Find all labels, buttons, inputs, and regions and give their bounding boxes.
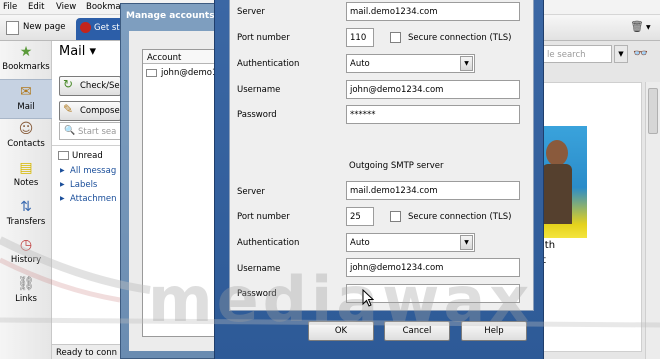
outgoing-server-label: Server <box>237 187 265 197</box>
new-page-icon <box>6 21 19 35</box>
menu-view[interactable]: View <box>56 2 76 12</box>
outgoing-server-input[interactable]: mail.demo1234.com <box>346 181 520 200</box>
photo-body <box>542 164 572 224</box>
sidebar-item-notes[interactable]: ▤ Notes <box>0 160 52 196</box>
menu-file[interactable]: File <box>3 2 17 12</box>
search-icon: 🔍 <box>64 126 76 136</box>
sidebar-label: Transfers <box>6 217 46 227</box>
incoming-server-label: Server <box>237 7 265 17</box>
notes-icon: ▤ <box>19 160 33 176</box>
sidebar-label: Mail <box>17 102 35 112</box>
tree-attachments[interactable]: Attachmen <box>58 194 117 204</box>
sidebar-item-links[interactable]: ⛓ Links <box>0 276 52 312</box>
mouse-cursor-icon <box>362 289 374 307</box>
help-button[interactable]: Help <box>461 321 527 341</box>
account-icon <box>146 69 157 77</box>
compose-label: Compose <box>80 106 120 116</box>
chevron-down-icon: ▼ <box>460 235 473 250</box>
tree-all-messages[interactable]: All messag <box>58 166 116 176</box>
divider <box>52 145 122 146</box>
tree-labels[interactable]: Labels <box>58 180 97 190</box>
outgoing-auth-select[interactable]: Auto ▼ <box>346 233 475 252</box>
photo-head <box>546 140 568 166</box>
transfers-icon: ⇅ <box>20 199 32 215</box>
opera-icon <box>80 22 91 33</box>
incoming-auth-value: Auto <box>350 59 370 69</box>
links-icon: ⛓ <box>17 276 35 292</box>
menu-bookmarks[interactable]: Bookma <box>86 2 121 12</box>
incoming-username-input[interactable]: john@demo1234.com <box>346 80 520 99</box>
outgoing-section-header: Outgoing SMTP server <box>349 161 444 171</box>
sidebar-label: Notes <box>13 178 39 188</box>
sidebar-item-bookmarks[interactable]: ★ Bookmarks <box>0 44 52 80</box>
cancel-button[interactable]: Cancel <box>384 321 450 341</box>
outgoing-port-label: Port number <box>237 212 290 222</box>
outgoing-auth-label: Authentication <box>237 238 300 248</box>
incoming-password-input[interactable]: ****** <box>346 105 520 124</box>
check-mail-icon: ↻ <box>62 77 74 91</box>
sidebar-label: History <box>10 255 42 265</box>
mail-title-label: Mail <box>59 44 86 59</box>
sidebar-label: Links <box>15 294 37 304</box>
incoming-password-label: Password <box>237 110 277 120</box>
search-glasses-icon[interactable]: 👓 <box>633 46 648 60</box>
incoming-server-input[interactable]: mail.demo1234.com <box>346 2 520 21</box>
incoming-tls-label: Secure connection (TLS) <box>408 33 512 43</box>
incoming-port-input[interactable]: 110 <box>346 28 374 47</box>
contacts-icon: ☺ <box>18 121 34 137</box>
sidebar-item-mail[interactable]: ✉ Mail <box>0 79 52 119</box>
incoming-tls-checkbox[interactable] <box>390 32 401 43</box>
mail-search-placeholder: Start sea <box>78 127 117 137</box>
incoming-port-label: Port number <box>237 33 290 43</box>
mail-search-input[interactable]: 🔍 Start sea <box>59 122 122 140</box>
account-column-header[interactable]: Account <box>143 50 217 64</box>
unread-icon <box>58 151 69 160</box>
menu-edit[interactable]: Edit <box>28 2 44 12</box>
outgoing-username-input[interactable]: john@demo1234.com <box>346 258 520 277</box>
incoming-auth-label: Authentication <box>237 59 300 69</box>
account-list[interactable]: Account john@demo1 <box>142 49 218 337</box>
outgoing-tls-checkbox[interactable] <box>390 211 401 222</box>
tab-label: Get st <box>94 23 120 33</box>
tree-unread[interactable]: Unread <box>58 151 103 161</box>
scroll-thumb[interactable] <box>648 88 658 134</box>
new-page-label: New page <box>23 22 66 32</box>
outgoing-password-label: Password <box>237 289 277 299</box>
compose-button[interactable]: ✎ Compose <box>59 101 121 121</box>
trash-icon[interactable]: 🗑 <box>630 20 644 33</box>
incoming-username-label: Username <box>237 85 281 95</box>
sidebar-label: Contacts <box>7 139 45 149</box>
sidebar-item-history[interactable]: ◷ History <box>0 237 52 273</box>
status-bar: Ready to conn <box>52 344 122 359</box>
sidebar-item-contacts[interactable]: ☺ Contacts <box>0 121 52 157</box>
incoming-auth-select[interactable]: Auto ▼ <box>346 54 475 73</box>
page-scrollbar[interactable] <box>645 82 660 359</box>
chevron-down-icon[interactable]: ▼ <box>646 24 651 31</box>
outgoing-username-label: Username <box>237 264 281 274</box>
bookmarks-icon: ★ <box>19 44 33 60</box>
person-photo <box>542 126 587 238</box>
ok-button[interactable]: OK <box>308 321 374 341</box>
history-icon: ◷ <box>19 237 33 253</box>
account-row-label: john@demo1 <box>161 68 217 78</box>
sidebar-item-transfers[interactable]: ⇅ Transfers <box>0 199 52 235</box>
outgoing-port-input[interactable]: 25 <box>346 207 374 226</box>
unread-label: Unread <box>72 151 103 161</box>
check-send-button[interactable]: ↻ Check/Se <box>59 76 121 96</box>
compose-icon: ✎ <box>62 102 74 116</box>
check-send-label: Check/Se <box>80 81 120 91</box>
search-dropdown-button[interactable]: ▼ <box>614 45 628 63</box>
mail-panel: Mail ▾ ↻ Check/Se ✎ Compose 🔍 Start sea … <box>52 41 122 359</box>
outgoing-tls-label: Secure connection (TLS) <box>408 212 512 222</box>
dialog-title: Manage accounts <box>126 11 215 21</box>
web-search-input[interactable]: le search <box>542 45 612 63</box>
new-page-tab[interactable]: New page <box>3 19 69 37</box>
panel-sidebar: ★ Bookmarks ✉ Mail ☺ Contacts ▤ Notes ⇅ … <box>0 41 52 359</box>
mail-panel-title[interactable]: Mail ▾ <box>59 44 96 59</box>
mail-icon: ✉ <box>20 84 32 100</box>
account-row[interactable]: john@demo1 <box>143 64 217 78</box>
sidebar-label: Bookmarks <box>2 62 50 72</box>
outgoing-auth-value: Auto <box>350 238 370 248</box>
chevron-down-icon: ▼ <box>460 56 473 71</box>
